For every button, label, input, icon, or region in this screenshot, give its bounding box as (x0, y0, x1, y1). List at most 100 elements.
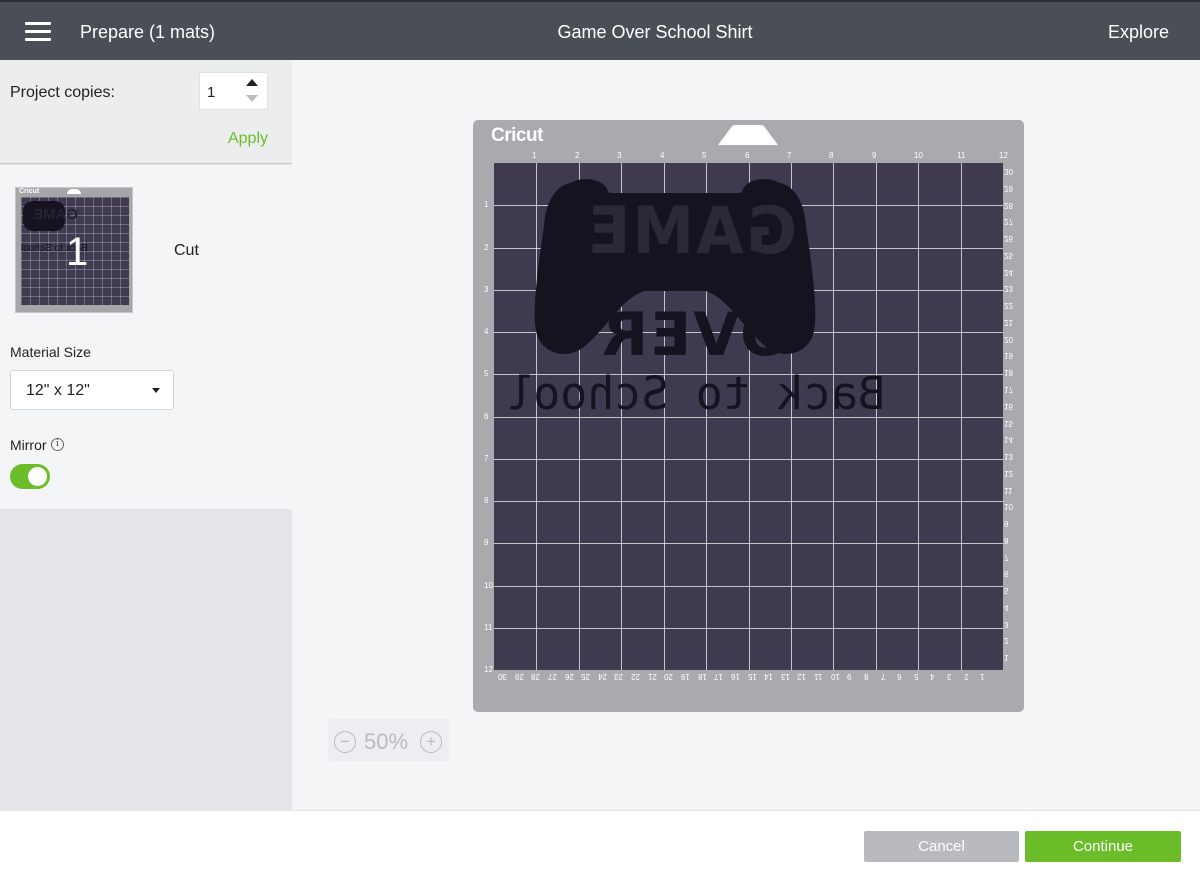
ruler-tick-label: 2 (484, 243, 489, 252)
sidebar: Project copies: 1 Apply Cricut GAME Back… (0, 60, 292, 872)
ruler-tick-label: 25 (1004, 251, 1013, 260)
ruler-tick-label: 18 (698, 672, 707, 681)
ruler-tick-label: 27 (548, 672, 557, 681)
mat-number: 1 (66, 230, 89, 274)
ruler-tick-label: 1 (1004, 653, 1009, 662)
ruler-tick-label: 28 (1004, 201, 1013, 210)
zoom-in-icon[interactable]: + (420, 731, 442, 753)
ruler-tick-label: 3 (617, 151, 622, 160)
ruler-tick-label: 29 (515, 672, 524, 681)
ruler-tick-label: 22 (631, 672, 640, 681)
material-size-value: 12" x 12" (26, 382, 90, 399)
hamburger-menu-icon[interactable] (25, 22, 53, 42)
ruler-tick-label: 10 (831, 672, 840, 681)
info-icon[interactable]: i (51, 438, 64, 451)
project-copies-stepper[interactable]: 1 (199, 72, 268, 110)
ruler-tick-label: 27 (1004, 217, 1013, 226)
ruler-tick-label: 14 (1004, 435, 1013, 444)
ruler-tick-label: 1 (532, 151, 537, 160)
ruler-tick-label: 30 (498, 672, 507, 681)
ruler-tick-label: 12 (1004, 469, 1013, 478)
design-text-over[interactable]: OVER (600, 300, 791, 370)
ruler-tick-label: 8 (484, 496, 489, 505)
canvas-area: Cricut 1 2 3 4 5 6 7 8 9 10 11 12 1 2 3 4 5 6 7 8 9 10 11 12 30 2… (292, 60, 1200, 810)
zoom-out-icon[interactable]: − (334, 731, 356, 753)
ruler-tick-label: 22 (1004, 301, 1013, 310)
ruler-tick-label: 16 (1004, 402, 1013, 411)
ruler-tick-label: 10 (1004, 502, 1013, 511)
ruler-tick-label: 30 (1004, 167, 1013, 176)
design-text-back-to-school[interactable]: Back to School (506, 367, 885, 420)
material-size-select[interactable]: 12" x 12" (10, 370, 174, 410)
ruler-tick-label: 17 (1004, 385, 1013, 394)
mini-design-text: GAME (33, 206, 78, 223)
mat-tab (718, 125, 778, 145)
ruler-tick-label: 13 (1004, 452, 1013, 461)
ruler-tick-label: 8 (864, 672, 869, 681)
ruler-tick-label: 5 (1004, 586, 1009, 595)
ruler-tick-label: 2 (964, 672, 969, 681)
ruler-tick-label: 21 (648, 672, 657, 681)
ruler-tick-label: 25 (581, 672, 590, 681)
project-copies-value[interactable]: 1 (207, 84, 215, 101)
design-text-game[interactable]: GAME (586, 192, 797, 269)
ruler-tick-label: 11 (1004, 486, 1013, 495)
ruler-tick-label: 19 (681, 672, 690, 681)
ruler-tick-label: 24 (598, 672, 607, 681)
ruler-tick-label: 20 (1004, 335, 1013, 344)
mat-thumbnail[interactable]: Cricut GAME Back to School 1 (15, 187, 133, 313)
toggle-knob (28, 467, 47, 486)
ruler-tick-label: 7 (484, 454, 489, 463)
mat-cut-label: Cut (174, 242, 199, 259)
ruler-tick-label: 2 (1004, 636, 1009, 645)
ruler-tick-label: 26 (565, 672, 574, 681)
footer-bar: Cancel Continue (0, 810, 1200, 872)
ruler-tick-label: 3 (947, 672, 952, 681)
ruler-tick-label: 15 (748, 672, 757, 681)
ruler-tick-label: 14 (764, 672, 773, 681)
ruler-tick-label: 4 (1004, 603, 1009, 612)
cancel-button[interactable]: Cancel (864, 831, 1019, 862)
ruler-tick-label: 6 (897, 672, 902, 681)
ruler-tick-label: 16 (731, 672, 740, 681)
project-title: Game Over School Shirt (557, 22, 753, 42)
ruler-tick-label: 3 (484, 285, 489, 294)
project-copies-label: Project copies: (10, 84, 115, 101)
ruler-tick-label: 28 (531, 672, 540, 681)
mat-grid: GAME OVER Back to School (494, 163, 1003, 670)
ruler-tick-label: 6 (484, 412, 489, 421)
ruler-tick-label: 12 (797, 672, 806, 681)
ruler-tick-label: 23 (1004, 284, 1013, 293)
ruler-tick-label: 4 (484, 327, 489, 336)
increment-arrow-icon[interactable] (246, 79, 258, 86)
ruler-tick-label: 6 (1004, 569, 1009, 578)
ruler-tick-label: 11 (957, 151, 966, 160)
ruler-tick-label: 2 (575, 151, 580, 160)
ruler-tick-label: 12 (484, 665, 493, 674)
mat-thumbnail-tab (67, 189, 81, 194)
mat-thumbnail-brand: Cricut (19, 188, 40, 195)
ruler-tick-label: 9 (484, 538, 489, 547)
explore-link[interactable]: Explore (1108, 22, 1169, 43)
ruler-tick-label: 8 (829, 151, 834, 160)
cricut-logo: Cricut (491, 125, 543, 146)
ruler-tick-label: 9 (872, 151, 877, 160)
apply-button[interactable]: Apply (228, 130, 268, 148)
ruler-tick-label: 13 (781, 672, 790, 681)
ruler-tick-label: 1 (484, 200, 489, 209)
cutting-mat: Cricut 1 2 3 4 5 6 7 8 9 10 11 12 1 2 3 4 5 6 7 8 9 10 11 12 30 2… (473, 120, 1024, 712)
project-copies-panel: Project copies: 1 Apply (0, 60, 292, 164)
ruler-tick-label: 4 (660, 151, 665, 160)
chevron-down-icon (152, 388, 160, 393)
ruler-tick-label: 17 (714, 672, 723, 681)
mirror-toggle[interactable] (10, 464, 50, 489)
ruler-tick-label: 23 (614, 672, 623, 681)
decrement-arrow-icon[interactable] (246, 95, 258, 102)
top-bar: Prepare (1 mats) Game Over School Shirt … (0, 0, 1200, 60)
ruler-tick-label: 18 (1004, 368, 1013, 377)
ruler-tick-label: 11 (814, 672, 823, 681)
ruler-tick-label: 6 (745, 151, 750, 160)
continue-button[interactable]: Continue (1025, 831, 1181, 862)
ruler-tick-label: 7 (787, 151, 792, 160)
zoom-level: 50% (364, 729, 409, 754)
